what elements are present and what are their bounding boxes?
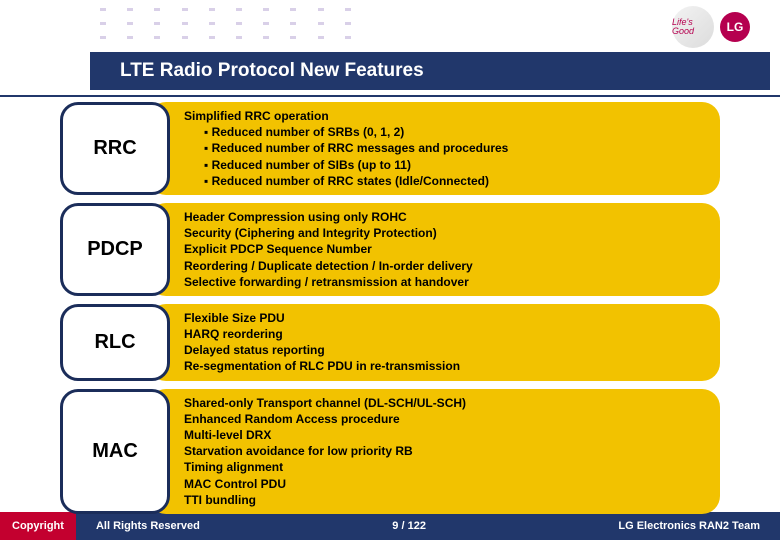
footer-bar: Copyright All Rights Reserved 9 / 122 LG… <box>0 512 780 540</box>
panel-item: ▪ Reduced number of RRC messages and pro… <box>184 140 712 156</box>
panel-item: ▪ Reduced number of SIBs (up to 11) <box>184 157 712 173</box>
panel-line: Security (Ciphering and Integrity Protec… <box>184 225 712 241</box>
page-title: LTE Radio Protocol New Features <box>90 52 770 90</box>
panel-line: Enhanced Random Access procedure <box>184 411 712 427</box>
feature-row-pdcp: PDCP Header Compression using only ROHC … <box>60 203 720 296</box>
footer-reserved: All Rights Reserved <box>96 520 200 532</box>
feature-row-rrc: RRC Simplified RRC operation ▪ Reduced n… <box>60 102 720 195</box>
footer-mid: All Rights Reserved 9 / 122 LG Electroni… <box>76 512 780 540</box>
layer-chip-mac: MAC <box>60 389 170 514</box>
feature-row-rlc: RLC Flexible Size PDU HARQ reordering De… <box>60 304 720 381</box>
content-area: RRC Simplified RRC operation ▪ Reduced n… <box>60 102 720 522</box>
panel-line: HARQ reordering <box>184 326 712 342</box>
panel-line: Selective forwarding / retransmission at… <box>184 274 712 290</box>
layer-panel-mac: Shared-only Transport channel (DL-SCH/UL… <box>148 389 720 514</box>
layer-chip-rrc: RRC <box>60 102 170 195</box>
panel-line: Flexible Size PDU <box>184 310 712 326</box>
panel-item: ▪ Reduced number of RRC states (Idle/Con… <box>184 173 712 189</box>
panel-line: Timing alignment <box>184 459 712 475</box>
panel-line: Reordering / Duplicate detection / In-or… <box>184 258 712 274</box>
panel-line: Multi-level DRX <box>184 427 712 443</box>
footer-page: 9 / 122 <box>392 520 426 532</box>
panel-line: Explicit PDCP Sequence Number <box>184 241 712 257</box>
footer-copyright: Copyright <box>0 512 76 540</box>
logo-brand: LG <box>720 12 750 42</box>
feature-row-mac: MAC Shared-only Transport channel (DL-SC… <box>60 389 720 514</box>
panel-item: ▪ Reduced number of SRBs (0, 1, 2) <box>184 124 712 140</box>
panel-heading: Simplified RRC operation <box>184 108 712 124</box>
panel-line: TTI bundling <box>184 492 712 508</box>
panel-line: MAC Control PDU <box>184 476 712 492</box>
layer-chip-rlc: RLC <box>60 304 170 381</box>
footer-team: LG Electronics RAN2 Team <box>618 520 760 532</box>
panel-line: Shared-only Transport channel (DL-SCH/UL… <box>184 395 712 411</box>
panel-line: Header Compression using only ROHC <box>184 209 712 225</box>
title-underline <box>0 95 780 97</box>
panel-line: Starvation avoidance for low priority RB <box>184 443 712 459</box>
panel-line: Re-segmentation of RLC PDU in re-transmi… <box>184 358 712 374</box>
decorative-dots <box>100 8 360 48</box>
panel-line: Delayed status reporting <box>184 342 712 358</box>
layer-panel-rlc: Flexible Size PDU HARQ reordering Delaye… <box>148 304 720 381</box>
brand-logo: Life's Good LG <box>672 6 750 48</box>
layer-panel-pdcp: Header Compression using only ROHC Secur… <box>148 203 720 296</box>
logo-tagline: Life's Good <box>672 6 714 48</box>
layer-chip-pdcp: PDCP <box>60 203 170 296</box>
layer-panel-rrc: Simplified RRC operation ▪ Reduced numbe… <box>148 102 720 195</box>
